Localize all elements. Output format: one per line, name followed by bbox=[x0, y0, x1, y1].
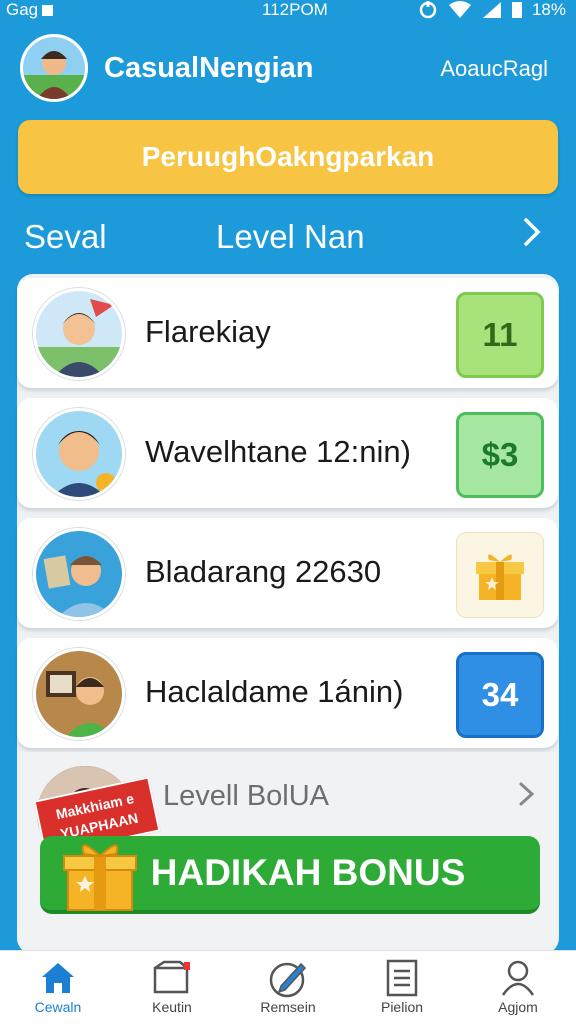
gift-icon bbox=[476, 554, 524, 600]
list-item-name: Bladarang 22630 bbox=[145, 554, 382, 589]
avatar bbox=[33, 408, 125, 500]
status-left-text: Gag bbox=[6, 0, 39, 19]
score-badge[interactable]: 11 bbox=[456, 292, 544, 378]
list-item-name: Flarekiay bbox=[145, 314, 271, 349]
nav-label: Cewaln bbox=[34, 999, 82, 1015]
level-center-label[interactable]: Level Nan bbox=[216, 218, 365, 256]
wifi-icon bbox=[448, 1, 471, 18]
list-icon bbox=[386, 959, 418, 997]
list-item-name: Wavelhtane 12:nin) bbox=[145, 434, 411, 469]
battery-level: 18% bbox=[531, 0, 566, 19]
chevron-right-icon[interactable] bbox=[520, 216, 544, 253]
nav-item-edit[interactable]: Remsein bbox=[238, 957, 338, 1015]
bottom-nav: Cewaln Keutin Remsein Pielion Agjom bbox=[0, 950, 576, 1024]
nav-item-inbox[interactable]: Keutin bbox=[122, 957, 222, 1015]
status-right: 18% bbox=[418, 0, 566, 20]
list-item[interactable]: Bladarang 22630 bbox=[17, 518, 558, 628]
list-item[interactable]: Wavelhtane 12:nin) $3 bbox=[17, 398, 558, 508]
app-header: CasualNengian AoaucRagl bbox=[0, 30, 576, 106]
list-item-name: Haclaldame 1ánin) bbox=[145, 674, 404, 709]
list-item[interactable]: Flarekiay 11 bbox=[17, 278, 558, 388]
status-time: 112POM bbox=[262, 0, 328, 19]
avatar bbox=[33, 288, 125, 380]
level-bar: Seval Level Nan bbox=[0, 212, 576, 262]
score-badge[interactable]: $3 bbox=[456, 412, 544, 498]
edit-icon bbox=[269, 962, 307, 998]
list-item[interactable]: Haclaldame 1ánin) 34 bbox=[17, 638, 558, 748]
bonus-level-label: Levell BolUA bbox=[163, 780, 330, 812]
nav-item-list[interactable]: Pielion bbox=[352, 957, 452, 1015]
status-left: Gag bbox=[6, 0, 54, 20]
battery-icon bbox=[511, 2, 522, 18]
signal-icon bbox=[482, 2, 501, 18]
user-icon bbox=[501, 960, 535, 996]
level-left-label: Seval bbox=[24, 218, 107, 255]
avatar bbox=[33, 648, 125, 740]
sync-icon bbox=[419, 1, 437, 19]
header-link[interactable]: AoaucRagl bbox=[440, 56, 548, 82]
chevron-right-icon[interactable] bbox=[517, 780, 537, 813]
nav-item-profile[interactable]: Agjom bbox=[468, 957, 568, 1015]
avatar-image bbox=[23, 37, 85, 99]
app-title: CasualNengian bbox=[104, 52, 314, 84]
nav-label: Keutin bbox=[152, 999, 192, 1015]
status-bar: Gag 112POM 18% bbox=[0, 0, 576, 22]
promo-banner[interactable]: PeruughOakngparkan bbox=[18, 120, 558, 194]
score-badge[interactable]: 34 bbox=[456, 652, 544, 738]
notification-icon bbox=[42, 4, 54, 16]
gift-icon bbox=[60, 834, 140, 919]
avatar bbox=[33, 528, 125, 620]
nav-item-home[interactable]: Cewaln bbox=[8, 957, 108, 1015]
gift-badge[interactable] bbox=[456, 532, 544, 618]
inbox-icon bbox=[153, 960, 190, 994]
user-avatar[interactable] bbox=[20, 34, 88, 102]
nav-label: Agjom bbox=[498, 999, 538, 1015]
nav-label: Remsein bbox=[260, 999, 316, 1015]
home-icon bbox=[42, 963, 74, 993]
nav-label: Pielion bbox=[380, 999, 424, 1015]
